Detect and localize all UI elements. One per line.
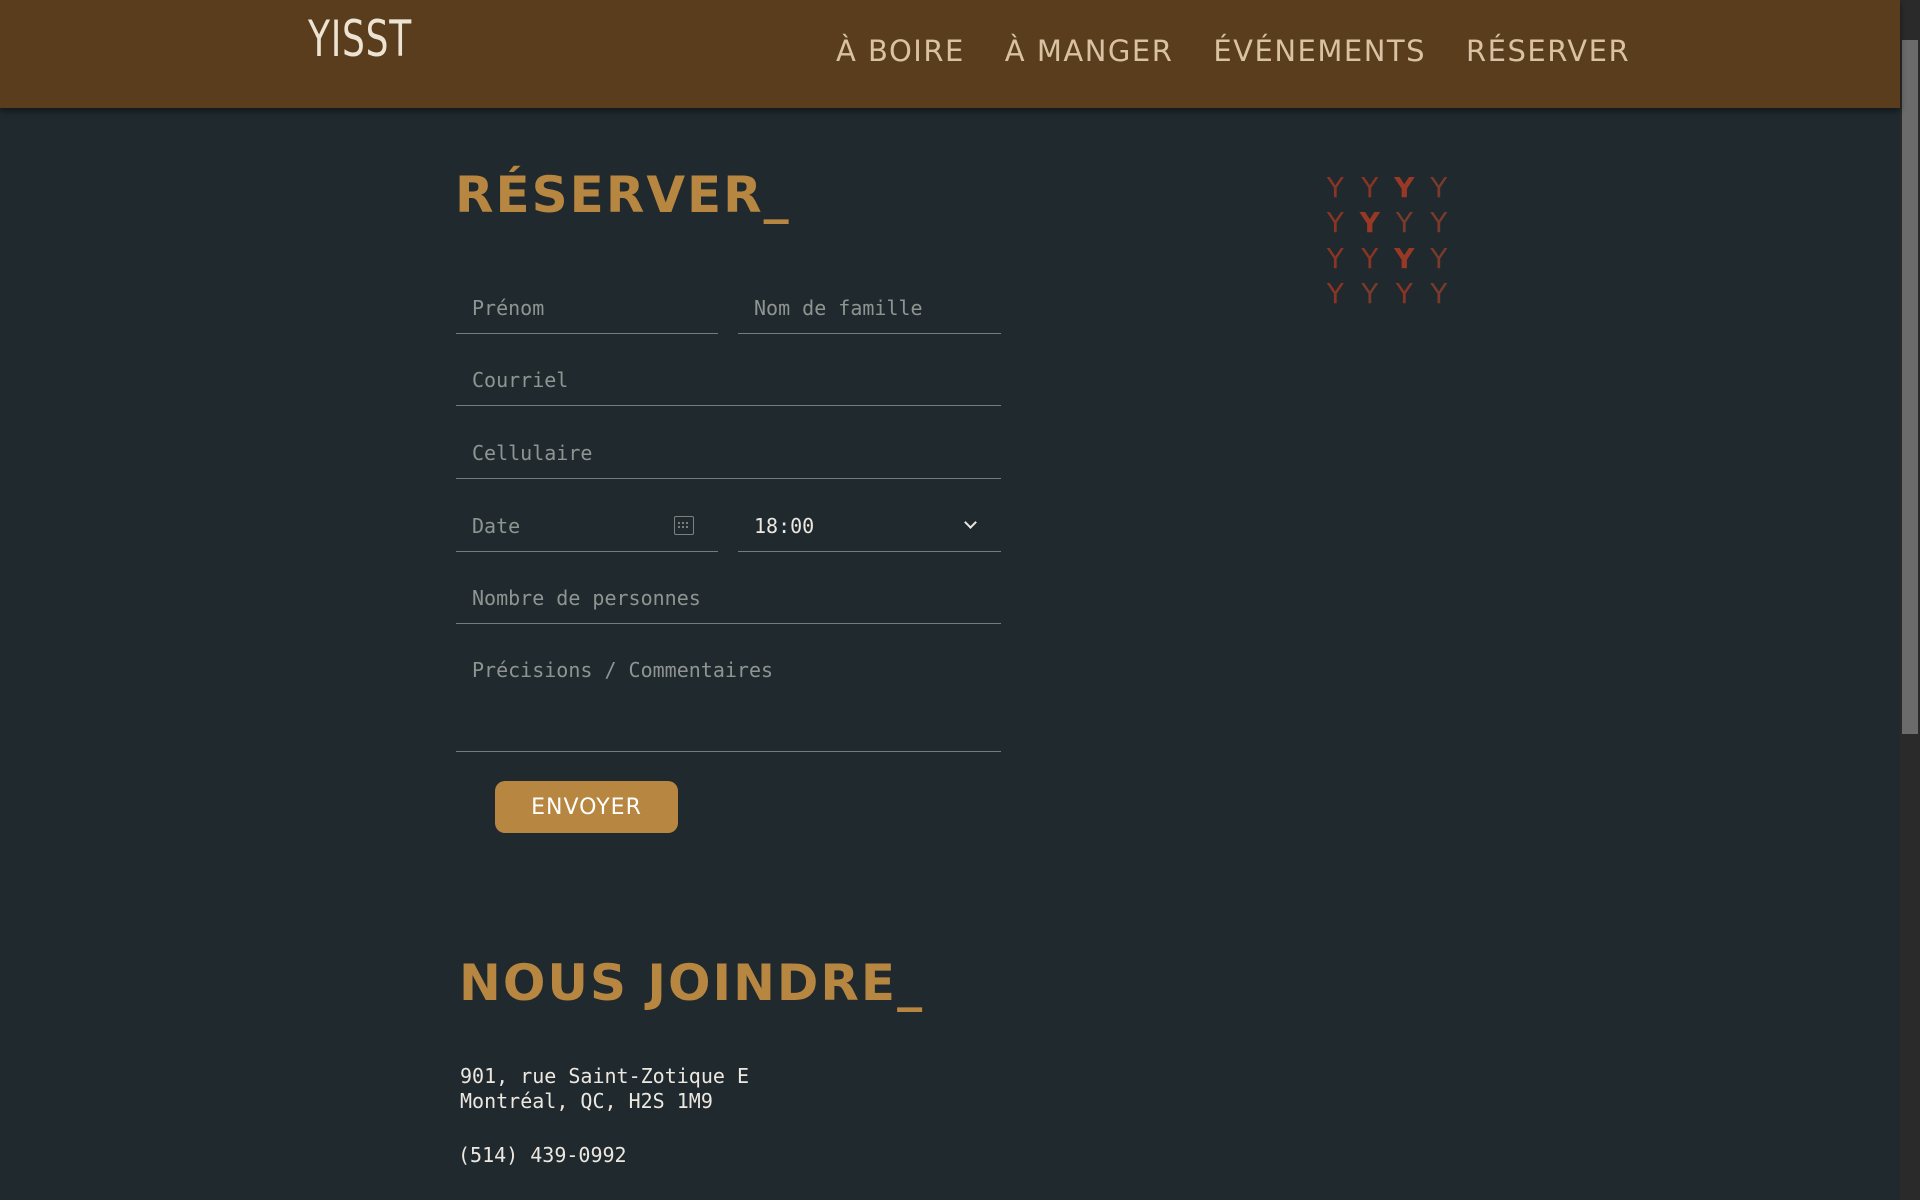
- first-name-input[interactable]: [472, 295, 718, 320]
- date-field: [456, 500, 718, 552]
- address: 901, rue Saint-Zotique E Montréal, QC, H…: [460, 1064, 749, 1114]
- y-glyph-icon: Y: [1326, 241, 1344, 275]
- page-scrollbar[interactable]: [1900, 0, 1920, 1200]
- y-glyph-icon: Y: [1326, 277, 1344, 311]
- nav-evenements[interactable]: ÉVÉNEMENTS: [1213, 34, 1426, 68]
- first-name-field: [456, 282, 718, 334]
- party-size-input[interactable]: [472, 585, 1001, 610]
- mobile-input[interactable]: [472, 440, 1001, 465]
- y-glyph-icon: Y: [1361, 277, 1379, 311]
- comments-field: [456, 648, 1001, 752]
- y-glyph-icon: Y: [1394, 241, 1415, 275]
- logo-text: YISST: [308, 10, 412, 68]
- nav-a-boire[interactable]: À BOIRE: [836, 34, 965, 68]
- time-select[interactable]: 18:00: [738, 500, 1001, 552]
- y-glyph-icon: Y: [1430, 170, 1448, 204]
- y-glyph-icon: Y: [1430, 206, 1448, 240]
- main-nav: À BOIRE À MANGER ÉVÉNEMENTS RÉSERVER: [836, 34, 1630, 68]
- contact-title: NOUS JOINDRE_: [459, 954, 925, 1012]
- chevron-down-icon: [964, 516, 977, 529]
- party-size-field: [456, 572, 1001, 624]
- y-glyph-icon: Y: [1361, 170, 1379, 204]
- last-name-field: [738, 282, 1001, 334]
- nav-a-manger[interactable]: À MANGER: [1005, 34, 1174, 68]
- comments-textarea[interactable]: [472, 658, 1001, 738]
- mobile-field: [456, 427, 1001, 479]
- time-select-value: 18:00: [754, 513, 815, 538]
- phone-number[interactable]: (514) 439-0992: [458, 1143, 627, 1167]
- reserve-title: RÉSERVER_: [455, 166, 791, 224]
- submit-button[interactable]: ENVOYER: [495, 781, 678, 833]
- nav-reserver[interactable]: RÉSERVER: [1466, 34, 1630, 68]
- top-navigation-bar: YISST À BOIRE À MANGER ÉVÉNEMENTS RÉSERV…: [0, 0, 1900, 108]
- y-glyph-icon: Y: [1394, 170, 1415, 204]
- y-glyph-icon: Y: [1395, 277, 1413, 311]
- y-glyph-icon: Y: [1359, 206, 1380, 240]
- email-input[interactable]: [472, 367, 1001, 392]
- y-glyph-icon: Y: [1430, 241, 1448, 275]
- address-line-2: Montréal, QC, H2S 1M9: [460, 1089, 713, 1113]
- decorative-y-pattern: Y Y Y Y Y Y Y Y Y Y Y Y Y Y Y Y: [1318, 170, 1456, 312]
- last-name-input[interactable]: [754, 295, 1001, 320]
- y-glyph-icon: Y: [1361, 241, 1379, 275]
- y-glyph-icon: Y: [1395, 206, 1413, 240]
- scrollbar-thumb[interactable]: [1902, 40, 1918, 734]
- address-line-1: 901, rue Saint-Zotique E: [460, 1064, 749, 1088]
- logo[interactable]: YISST: [308, 14, 412, 64]
- y-glyph-icon: Y: [1430, 277, 1448, 311]
- calendar-icon[interactable]: [674, 516, 694, 535]
- y-glyph-icon: Y: [1326, 170, 1344, 204]
- email-field: [456, 354, 1001, 406]
- y-glyph-icon: Y: [1326, 206, 1344, 240]
